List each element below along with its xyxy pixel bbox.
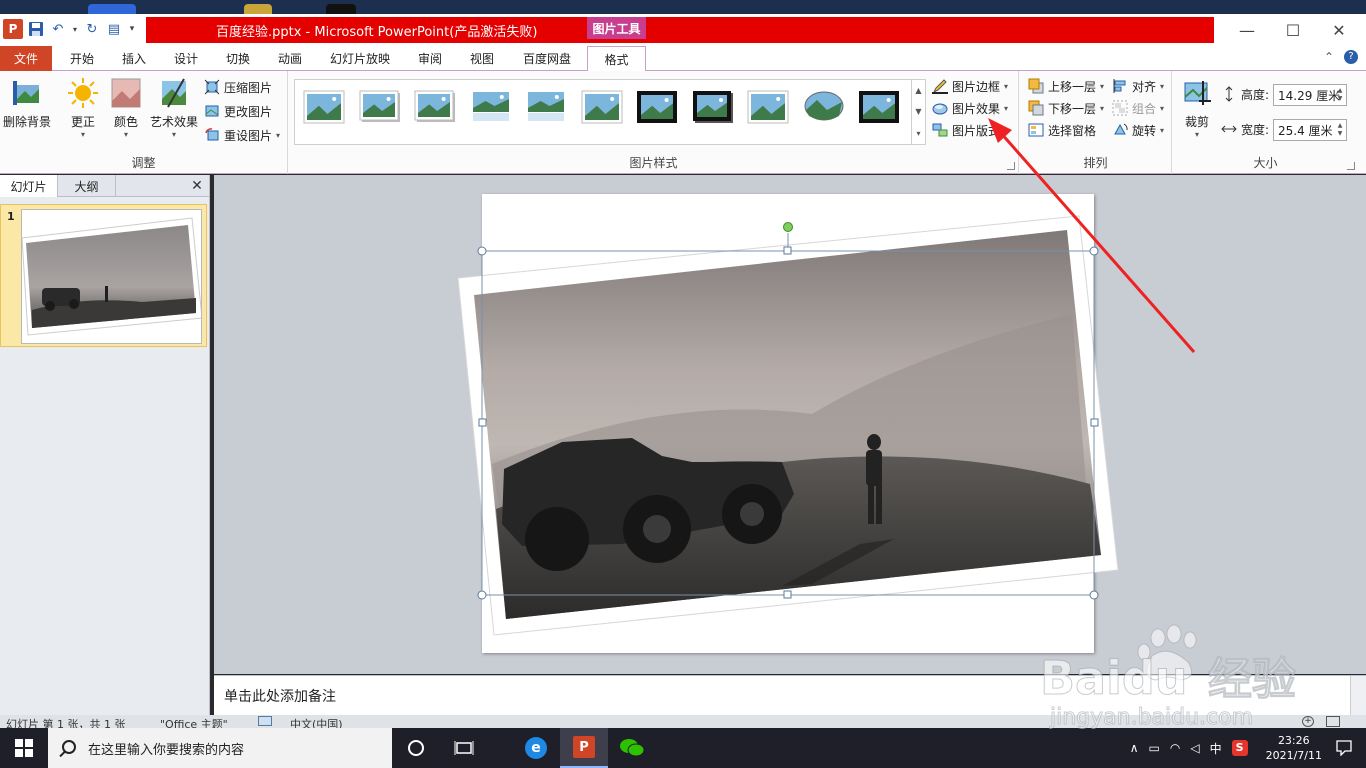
annotation-arrow-head-icon [988, 118, 1012, 143]
taskbar-app-powerpoint[interactable]: P [560, 728, 608, 768]
annotation-arrow-overlay [988, 118, 1196, 353]
clock-time: 23:26 [1277, 734, 1310, 747]
wifi-icon[interactable]: ◠ [1170, 741, 1180, 755]
cortana-button[interactable] [392, 728, 440, 768]
notification-button[interactable] [1322, 728, 1366, 768]
notification-icon [1336, 740, 1352, 756]
system-tray: ∧ ▭ ◠ ◁ 中 S 23:26 2021/7/11 [1130, 728, 1322, 768]
powerpoint-icon: P [573, 736, 595, 758]
slide-count-status: 幻灯片 第 1 张，共 1 张 [6, 718, 126, 728]
notes-pane[interactable]: 单击此处添加备注 [214, 675, 1366, 716]
taskbar-search-box[interactable]: 在这里输入你要搜索的内容 [48, 728, 392, 768]
fit-to-window-icon[interactable] [1326, 716, 1340, 727]
taskbar-app-wechat[interactable] [608, 728, 656, 768]
status-bar: 幻灯片 第 1 张，共 1 张 "Office 主题" 中文(中国) + [0, 715, 1366, 728]
clock-date: 2021/7/11 [1265, 749, 1322, 762]
notes-placeholder: 单击此处添加备注 [224, 689, 336, 705]
network-icon[interactable]: ▭ [1149, 741, 1160, 755]
task-view-button[interactable] [440, 728, 488, 768]
show-hidden-icons-icon[interactable]: ∧ [1130, 741, 1139, 755]
taskbar-app-browser[interactable]: e [512, 728, 560, 768]
zoom-in-icon[interactable]: + [1302, 716, 1314, 727]
volume-icon[interactable]: ◁ [1190, 741, 1199, 755]
language-status[interactable]: 中文(中国) [290, 716, 343, 728]
sogou-ime-icon[interactable]: S [1231, 740, 1248, 756]
taskbar: 在这里输入你要搜索的内容 e P ∧ ▭ ◠ ◁ 中 S 23:26 2021/… [0, 728, 1366, 768]
annotation-arrow [998, 131, 1196, 353]
spellcheck-icon[interactable] [258, 716, 272, 726]
ime-indicator[interactable]: 中 [1210, 740, 1222, 757]
search-placeholder: 在这里输入你要搜索的内容 [88, 742, 245, 758]
theme-status[interactable]: "Office 主题" [160, 716, 228, 728]
search-icon [62, 740, 76, 754]
task-view-icon [454, 741, 474, 755]
clock[interactable]: 23:26 2021/7/11 [1266, 733, 1322, 763]
browser-icon: e [525, 737, 547, 759]
start-button[interactable] [0, 728, 48, 768]
windows-logo-icon [15, 739, 33, 757]
wechat-icon [620, 739, 645, 757]
notes-scrollbar[interactable] [1350, 676, 1366, 716]
cortana-icon [408, 740, 424, 756]
